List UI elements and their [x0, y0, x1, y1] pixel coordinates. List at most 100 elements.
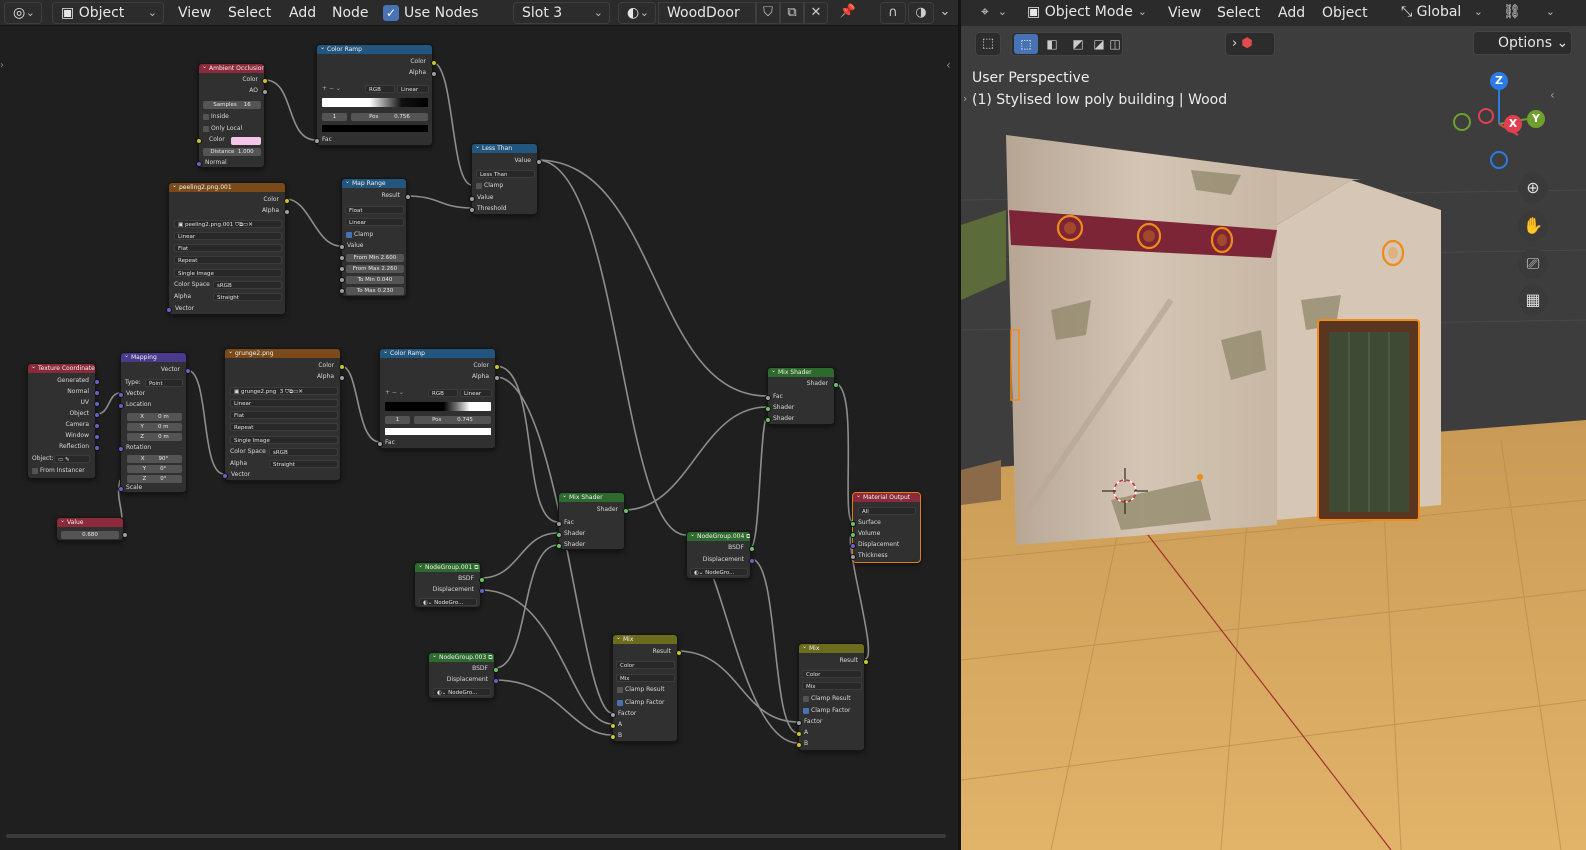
socket[interactable] — [494, 375, 500, 381]
socket[interactable] — [118, 403, 124, 409]
socket[interactable] — [765, 417, 771, 423]
socket[interactable] — [339, 277, 345, 283]
ramp-add-remove-icons[interactable]: + − ⌄ — [385, 389, 404, 397]
from-instancer-checkbox[interactable] — [32, 468, 38, 474]
gizmo-neg-y-axis[interactable] — [1453, 113, 1471, 131]
extension-dropdown[interactable]: Repeat — [230, 423, 338, 431]
clamp-factor-checkbox[interactable] — [617, 700, 623, 706]
transform-orientation-dropdown[interactable]: ⤡ Global ⌄ — [1393, 2, 1489, 24]
select-box-new-icon[interactable]: ⬚ — [1014, 34, 1038, 54]
color-space-dropdown[interactable]: sRGB — [269, 448, 338, 456]
target-dropdown[interactable]: All — [858, 507, 916, 515]
node-editor-area[interactable]: ◎ ⌄ ▣ Object ⌄ View Select Add Node ✓ Use … — [0, 0, 958, 850]
ramp-color-mode-dropdown[interactable]: RGB — [428, 389, 458, 397]
pos-value[interactable]: 0.745 — [457, 417, 473, 423]
socket[interactable] — [185, 368, 191, 374]
socket[interactable] — [94, 445, 100, 451]
from-min-value[interactable]: 2.600 — [381, 255, 397, 261]
socket[interactable] — [431, 60, 437, 66]
toolbar-expand-arrow-icon[interactable]: › — [963, 92, 967, 105]
from-max-value[interactable]: 2.260 — [381, 266, 397, 272]
extension-dropdown[interactable]: Repeat — [174, 256, 282, 264]
socket[interactable] — [122, 532, 128, 538]
socket[interactable] — [262, 89, 268, 95]
camera-view-icon[interactable]: ⎚ — [1518, 249, 1548, 279]
node-value[interactable]: Value 0.680 — [56, 517, 128, 541]
inside-checkbox[interactable] — [203, 114, 209, 120]
material-name-field[interactable]: WoodDoor — [658, 2, 756, 24]
socket[interactable] — [796, 731, 802, 737]
toolbar-expand-arrow-icon[interactable]: › — [0, 60, 6, 74]
socket[interactable] — [765, 395, 771, 401]
socket[interactable] — [339, 288, 345, 294]
node-group-icon[interactable]: ⧉ — [474, 564, 478, 571]
gizmo-neg-x-axis[interactable] — [1478, 108, 1494, 124]
gizmo-x-axis[interactable]: X — [1504, 115, 1522, 133]
menu-node[interactable]: Node — [332, 3, 369, 23]
socket[interactable] — [850, 521, 856, 527]
ramp-stop-color[interactable] — [322, 125, 428, 132]
socket[interactable] — [610, 734, 616, 740]
data-type-dropdown[interactable]: Float — [345, 206, 404, 214]
navigation-gizmo[interactable]: Z Y X — [1451, 70, 1551, 180]
socket[interactable] — [796, 742, 802, 748]
socket[interactable] — [94, 434, 100, 440]
color-ramp-gradient[interactable] — [322, 98, 428, 107]
editor-type-button[interactable]: ⌖ ⌄ — [973, 2, 1013, 24]
interaction-mode-dropdown[interactable]: ▣ Object Mode ⌄ — [1019, 2, 1153, 24]
node-image-texture-peeling[interactable]: peeling2.png.001 Color Alpha ▣ peeling2.… — [166, 182, 290, 315]
shading-popover-button[interactable]: › ⬢ — [1225, 32, 1275, 56]
blend-mode-dropdown[interactable]: Mix — [802, 682, 862, 690]
fake-user-shield-icon[interactable]: ⛉ — [756, 2, 780, 24]
node-texture-coordinate[interactable]: Texture Coordinate Generated Normal UV O… — [27, 363, 100, 479]
socket[interactable] — [676, 650, 682, 656]
pivot-snapping-button[interactable]: ⛓ ⌄ — [1495, 2, 1561, 24]
node-material-output[interactable]: Material Output All Surface Volume Displ… — [850, 492, 921, 563]
vp-menu-view[interactable]: View — [1168, 3, 1201, 23]
socket[interactable] — [796, 720, 802, 726]
node-mix-2[interactable]: Mix Result Color Mix Clamp Result Clamp … — [796, 643, 869, 751]
gizmo-z-axis[interactable]: Z — [1490, 72, 1508, 90]
socket[interactable] — [118, 392, 124, 398]
ramp-interpolation-dropdown[interactable]: Linear — [397, 85, 429, 93]
socket[interactable] — [94, 379, 100, 385]
rot-y-value[interactable]: 0° — [160, 466, 166, 472]
node-image-texture-grunge[interactable]: grunge2.png Color Alpha ▣ grunge2.png 3 … — [222, 348, 345, 481]
mapping-type-dropdown[interactable]: Point — [145, 379, 183, 387]
socket[interactable] — [284, 209, 290, 215]
socket[interactable] — [493, 667, 499, 673]
gizmo-y-axis[interactable]: Y — [1527, 110, 1545, 128]
interpolation-dropdown[interactable]: Linear — [345, 218, 404, 226]
clamp-factor-checkbox[interactable] — [803, 708, 809, 714]
image-name[interactable]: peeling2.png.001 — [185, 222, 233, 227]
ramp-interpolation-dropdown[interactable]: Linear — [460, 389, 492, 397]
color-ramp-gradient[interactable] — [385, 402, 491, 411]
node-mix-shader-2[interactable]: Mix Shader Shader Fac Shader Shader — [765, 367, 839, 425]
node-color-ramp-1[interactable]: Color Ramp Color Alpha + − ⌄ RGB Linear … — [314, 44, 437, 146]
select-tool-cursor-icon[interactable]: ⬚ — [975, 32, 1001, 56]
options-dropdown[interactable]: Options ⌄ — [1473, 31, 1572, 55]
socket[interactable] — [222, 473, 228, 479]
select-invert-icon[interactable]: ◪ — [1092, 34, 1106, 54]
socket[interactable] — [623, 508, 629, 514]
select-subtract-icon[interactable]: ◩ — [1066, 34, 1090, 54]
blend-mode-dropdown[interactable]: Mix — [616, 674, 675, 682]
socket[interactable] — [610, 723, 616, 729]
node-map-range[interactable]: Map Range Result Float Linear Clamp Valu… — [339, 178, 411, 297]
use-nodes-checkbox[interactable]: ✓ — [383, 5, 399, 21]
data-type-dropdown[interactable]: Color — [802, 670, 862, 678]
duplicate-material-icon[interactable]: ⧉ — [780, 2, 804, 24]
pin-icon[interactable]: 📌 — [836, 2, 860, 24]
slot-dropdown[interactable]: Slot 3 ⌄ — [513, 2, 610, 24]
menu-view[interactable]: View — [178, 3, 211, 23]
socket[interactable] — [469, 196, 475, 202]
socket[interactable] — [749, 558, 755, 564]
samples-value[interactable]: 16 — [244, 102, 251, 108]
gizmo-neg-z-axis[interactable] — [1490, 151, 1508, 169]
object-picker[interactable]: ▭ ✎ — [54, 455, 90, 463]
data-type-dropdown[interactable]: Color — [616, 661, 675, 669]
socket[interactable] — [431, 71, 437, 77]
socket[interactable] — [94, 401, 100, 407]
node-group-name[interactable]: NodeGro... — [434, 600, 463, 605]
socket[interactable] — [479, 577, 485, 583]
